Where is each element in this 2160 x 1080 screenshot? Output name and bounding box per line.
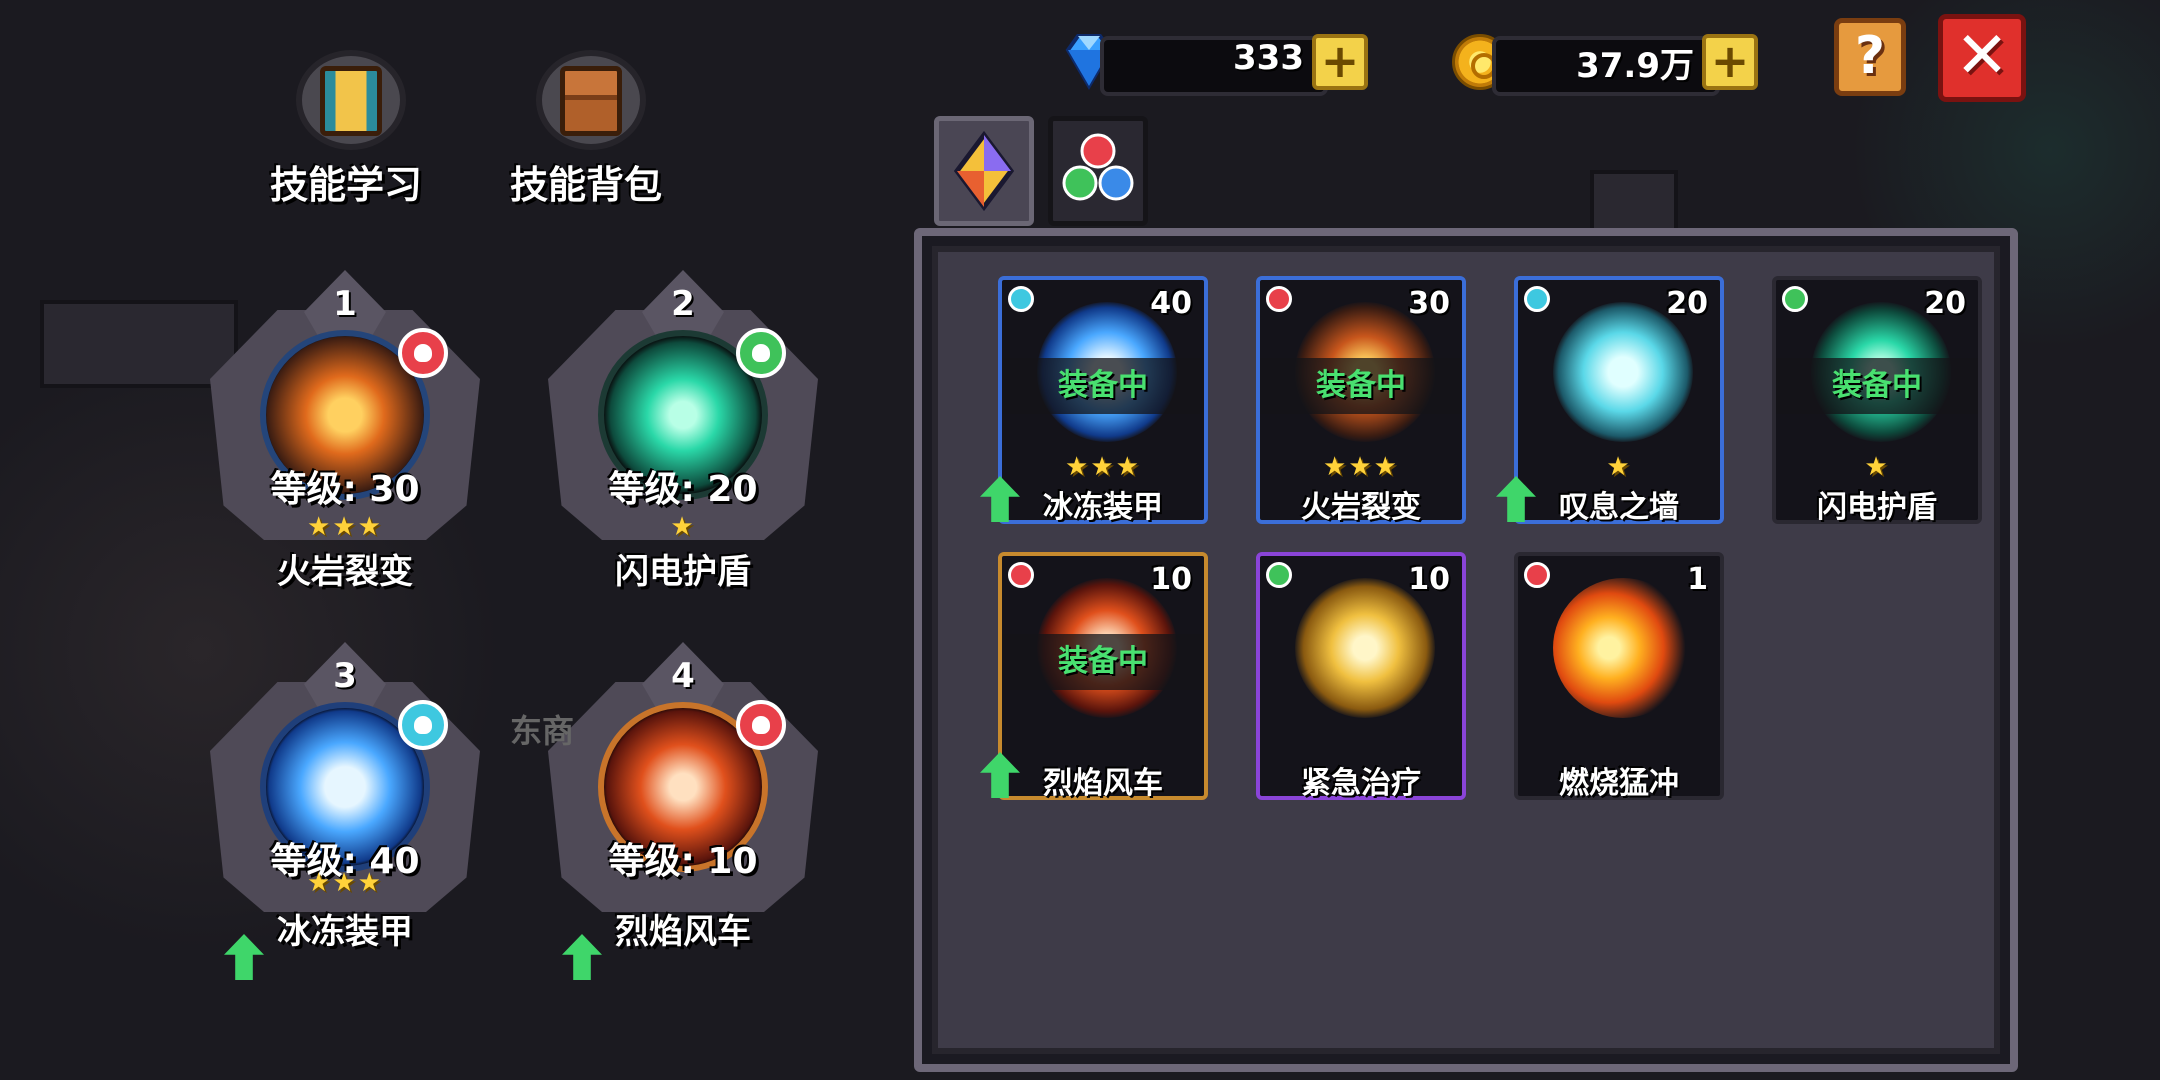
- gem-value: 333: [1233, 38, 1304, 78]
- ice-element-icon: [1524, 286, 1550, 312]
- wall-of-sighs-skill-icon: [1553, 302, 1693, 442]
- skill-count: 20: [1666, 286, 1708, 321]
- skill-card-wall-of-sighs[interactable]: 20 ★ 叹息之墙: [1496, 276, 1724, 525]
- slot-skill-name: 闪电护盾: [615, 552, 751, 592]
- slot-skill-name: 冰冻装甲: [277, 912, 413, 952]
- nature-element-icon: [1782, 286, 1808, 312]
- skill-count: 20: [1924, 286, 1966, 321]
- slot-skill-name: 火岩裂变: [277, 552, 413, 592]
- slot-number: 1: [333, 284, 357, 324]
- slot-number: 2: [671, 284, 695, 324]
- skill-card-flame-windmill[interactable]: 10 装备中 烈焰风车: [980, 552, 1208, 801]
- emergency-heal-skill-icon: [1295, 578, 1435, 718]
- skill-name: 紧急治疗: [1301, 766, 1421, 801]
- skill-stars: ★★★: [1323, 452, 1399, 482]
- gold-counter: 37.9万 +: [1452, 30, 1772, 96]
- skill-name: 闪电护盾: [1817, 490, 1937, 525]
- equipped-tag: 装备中: [1002, 634, 1204, 690]
- slot-stars: ★: [670, 512, 696, 542]
- equipped-tag: 装备中: [1260, 358, 1462, 414]
- slot-number: 4: [671, 656, 695, 696]
- equipped-slot-4[interactable]: 4 等级: 10 烈焰风车: [538, 642, 828, 980]
- slot-level: 等级: 30: [270, 469, 420, 510]
- fire-element-icon: [1524, 562, 1550, 588]
- add-gold-button[interactable]: +: [1702, 34, 1758, 90]
- slot-level: 等级: 10: [608, 841, 758, 882]
- help-button[interactable]: ?: [1834, 18, 1906, 96]
- npc-nameplate: 东商: [510, 712, 575, 750]
- skill-name: 冰冻装甲: [1043, 490, 1163, 525]
- slot-level: 等级: 20: [608, 469, 758, 510]
- slot-skill-name: 烈焰风车: [615, 912, 751, 952]
- ice-element-icon: [398, 700, 448, 750]
- equipped-tag: 装备中: [1002, 358, 1204, 414]
- gem-counter: 333 +: [1060, 30, 1380, 96]
- slot-stars: ★★★: [307, 868, 383, 898]
- skill-bag-button[interactable]: 技能背包: [486, 20, 686, 220]
- skill-count: 10: [1408, 562, 1450, 597]
- skill-name: 燃烧猛冲: [1559, 766, 1679, 801]
- skill-count: 10: [1150, 562, 1192, 597]
- skill-card-fire-rock[interactable]: 30 装备中 ★★★ 火岩裂变: [1256, 276, 1466, 525]
- skill-learn-label: 技能学习: [269, 163, 422, 207]
- fire-element-icon: [1008, 562, 1034, 588]
- skill-card-lightning-shield[interactable]: 20 装备中 ★ 闪电护盾: [1772, 276, 1982, 525]
- skill-card-ice-armor[interactable]: 40 装备中 ★★★ 冰冻装甲: [980, 276, 1208, 525]
- skill-stars: ★★★: [1065, 452, 1141, 482]
- ice-element-icon: [1008, 286, 1034, 312]
- burning-charge-skill-icon: [1553, 578, 1693, 718]
- skill-count: 30: [1408, 286, 1450, 321]
- chest-icon: [536, 50, 646, 150]
- equipped-slot-3[interactable]: 3 等级: 40 ★★★ 冰冻装甲: [200, 642, 490, 980]
- fire-element-icon: [1266, 286, 1292, 312]
- crystal-icon: [953, 130, 1015, 212]
- skill-name: 叹息之墙: [1559, 490, 1679, 525]
- add-gems-button[interactable]: +: [1312, 34, 1368, 90]
- scroll-icon: [296, 50, 406, 150]
- slot-stars: ★★★: [307, 512, 383, 542]
- equipped-slot-2[interactable]: 2 等级: 20 ★ 闪电护盾: [538, 270, 828, 600]
- skill-count: 40: [1150, 286, 1192, 321]
- skill-learn-button[interactable]: 技能学习: [246, 20, 446, 220]
- tab-all-crystal[interactable]: [934, 116, 1034, 226]
- close-button[interactable]: ✕: [1938, 14, 2026, 102]
- skill-stars: ★: [1864, 452, 1890, 482]
- tab-elements[interactable]: [1048, 116, 1148, 226]
- equipped-tag: 装备中: [1776, 358, 1978, 414]
- skill-count: 1: [1687, 562, 1708, 597]
- fire-element-icon: [398, 328, 448, 378]
- slot-number: 3: [333, 656, 357, 696]
- skill-card-burning-charge[interactable]: 1 燃烧猛冲: [1514, 552, 1724, 801]
- element-orbs-icon: [1062, 133, 1134, 201]
- nature-element-icon: [1266, 562, 1292, 588]
- fire-element-icon: [736, 700, 786, 750]
- skill-inventory-panel: 40 装备中 ★★★ 冰冻装甲 30 装备中 ★★★ 火岩裂变 20 ★ 叹息之…: [914, 228, 2018, 1072]
- nature-element-icon: [736, 328, 786, 378]
- skill-name: 火岩裂变: [1301, 490, 1421, 525]
- skill-name: 烈焰风车: [1043, 766, 1163, 801]
- gold-value: 37.9万: [1576, 46, 1694, 86]
- skill-card-emergency-heal[interactable]: 10 紧急治疗: [1256, 552, 1466, 801]
- inventory-grid: 40 装备中 ★★★ 冰冻装甲 30 装备中 ★★★ 火岩裂变 20 ★ 叹息之…: [932, 246, 2000, 1054]
- skill-bag-label: 技能背包: [509, 163, 662, 207]
- skill-stars: ★: [1606, 452, 1632, 482]
- equipped-slot-1[interactable]: 1 等级: 30 ★★★ 火岩裂变: [200, 270, 490, 600]
